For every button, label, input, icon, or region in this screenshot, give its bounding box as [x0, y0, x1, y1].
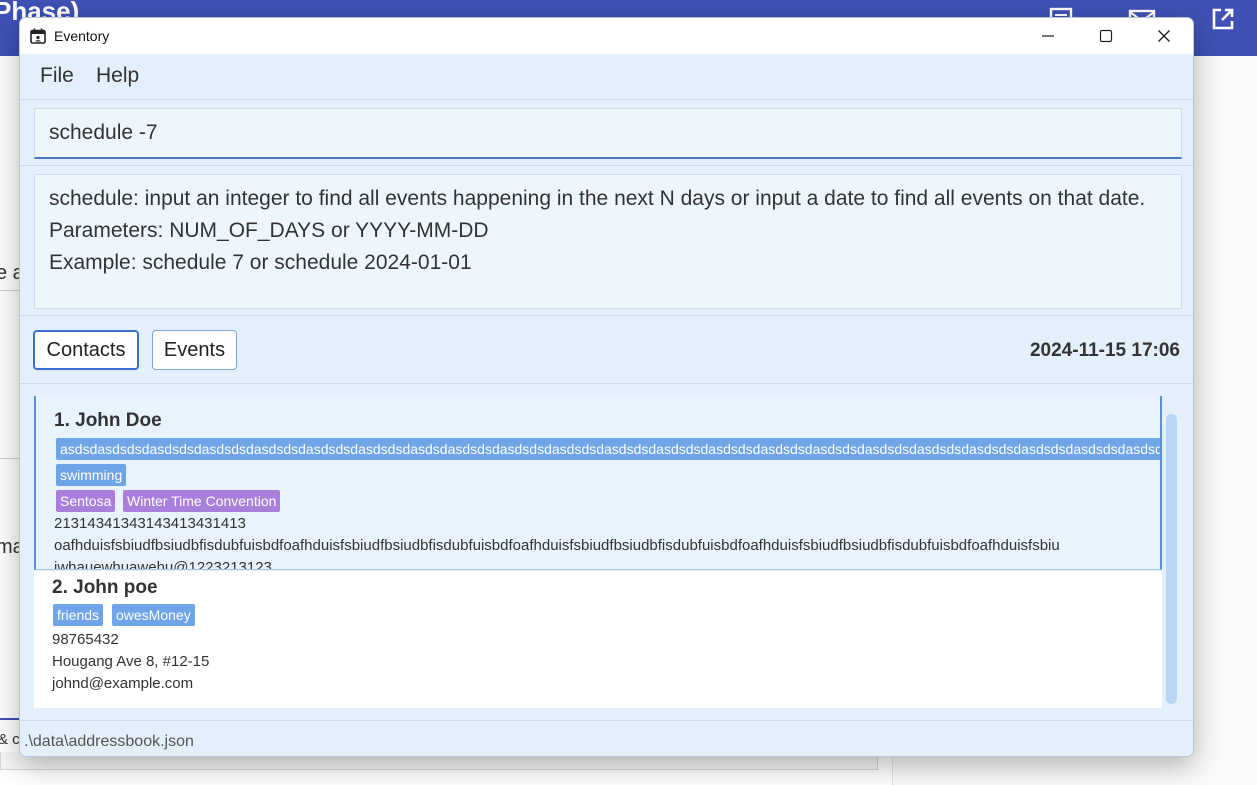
status-bar: .\data\addressbook.json — [20, 720, 1193, 756]
event-tag: Winter Time Convention — [123, 490, 281, 512]
maximize-button[interactable] — [1077, 18, 1135, 54]
contact-list[interactable]: 1. John Doe asdsdasdsdsdasdsdsdasdsdsdas… — [34, 396, 1162, 708]
result-line: Example: schedule 7 or schedule 2024-01-… — [49, 251, 472, 274]
contact-card[interactable]: 2. John poe friends owesMoney 98765432 H… — [34, 571, 1162, 708]
contact-phone: 98765432 — [52, 631, 119, 648]
data-file-path: .\data\addressbook.json — [24, 733, 194, 750]
open-external-icon[interactable] — [1210, 6, 1236, 32]
result-line: schedule: input an integer to find all e… — [49, 187, 1146, 210]
command-box — [34, 108, 1182, 159]
close-button[interactable] — [1135, 18, 1193, 54]
contact-address: oafhduisfsbiudfbsiudbfisdubfuisbdfoafhdu… — [54, 537, 1060, 554]
minimize-button[interactable] — [1019, 18, 1077, 54]
maximize-icon — [1099, 29, 1113, 43]
minimize-icon — [1042, 35, 1054, 37]
contact-email: iwhauewhuawehu@1223213123 — [54, 559, 272, 570]
calendar-app-icon — [30, 28, 46, 44]
tab-events[interactable]: Events — [152, 330, 237, 370]
contact-name: 2. John poe — [52, 577, 158, 598]
contact-tag: asdsdasdsdsdasdsdsdasdsdsdasdsdsdasdsdsd… — [56, 438, 1160, 460]
title-bar[interactable]: Eventory — [20, 18, 1193, 54]
menu-file[interactable]: File — [40, 64, 74, 88]
contact-tag: friends — [53, 604, 104, 626]
contact-phone: 21314341343143413431413 — [54, 515, 246, 532]
contact-tag: owesMoney — [112, 604, 195, 626]
contact-name: 1. John Doe — [54, 410, 162, 431]
window-title: Eventory — [54, 28, 110, 44]
contact-email: johnd@example.com — [52, 675, 194, 692]
contact-list-area: 1. John Doe asdsdasdsdsdasdsdsdasdsdsdas… — [20, 383, 1193, 720]
close-icon — [1158, 30, 1170, 42]
contact-address: Hougang Ave 8, #12-15 — [52, 653, 210, 670]
contact-tag: swimming — [56, 464, 127, 486]
background-text-fragment: & c — [0, 731, 20, 748]
tab-contacts[interactable]: Contacts — [33, 330, 139, 370]
list-scrollbar[interactable] — [1166, 414, 1177, 704]
result-area: schedule: input an integer to find all e… — [20, 165, 1193, 316]
contact-card[interactable]: 1. John Doe asdsdasdsdsdasdsdsdasdsdsdas… — [34, 396, 1162, 570]
tab-bar: Contacts Events 2024-11-15 17:06 — [20, 315, 1193, 383]
command-input[interactable] — [35, 109, 1181, 157]
menu-bar: File Help — [20, 54, 1193, 99]
command-area — [20, 99, 1193, 165]
result-line: Parameters: NUM_OF_DAYS or YYYY-MM-DD — [49, 219, 489, 242]
eventory-window: Eventory File Help schedule: input an in… — [19, 17, 1194, 757]
event-tag: Sentosa — [56, 490, 116, 512]
menu-help[interactable]: Help — [96, 64, 139, 88]
result-display: schedule: input an integer to find all e… — [34, 174, 1182, 309]
datetime-display: 2024-11-15 17:06 — [1029, 340, 1180, 361]
